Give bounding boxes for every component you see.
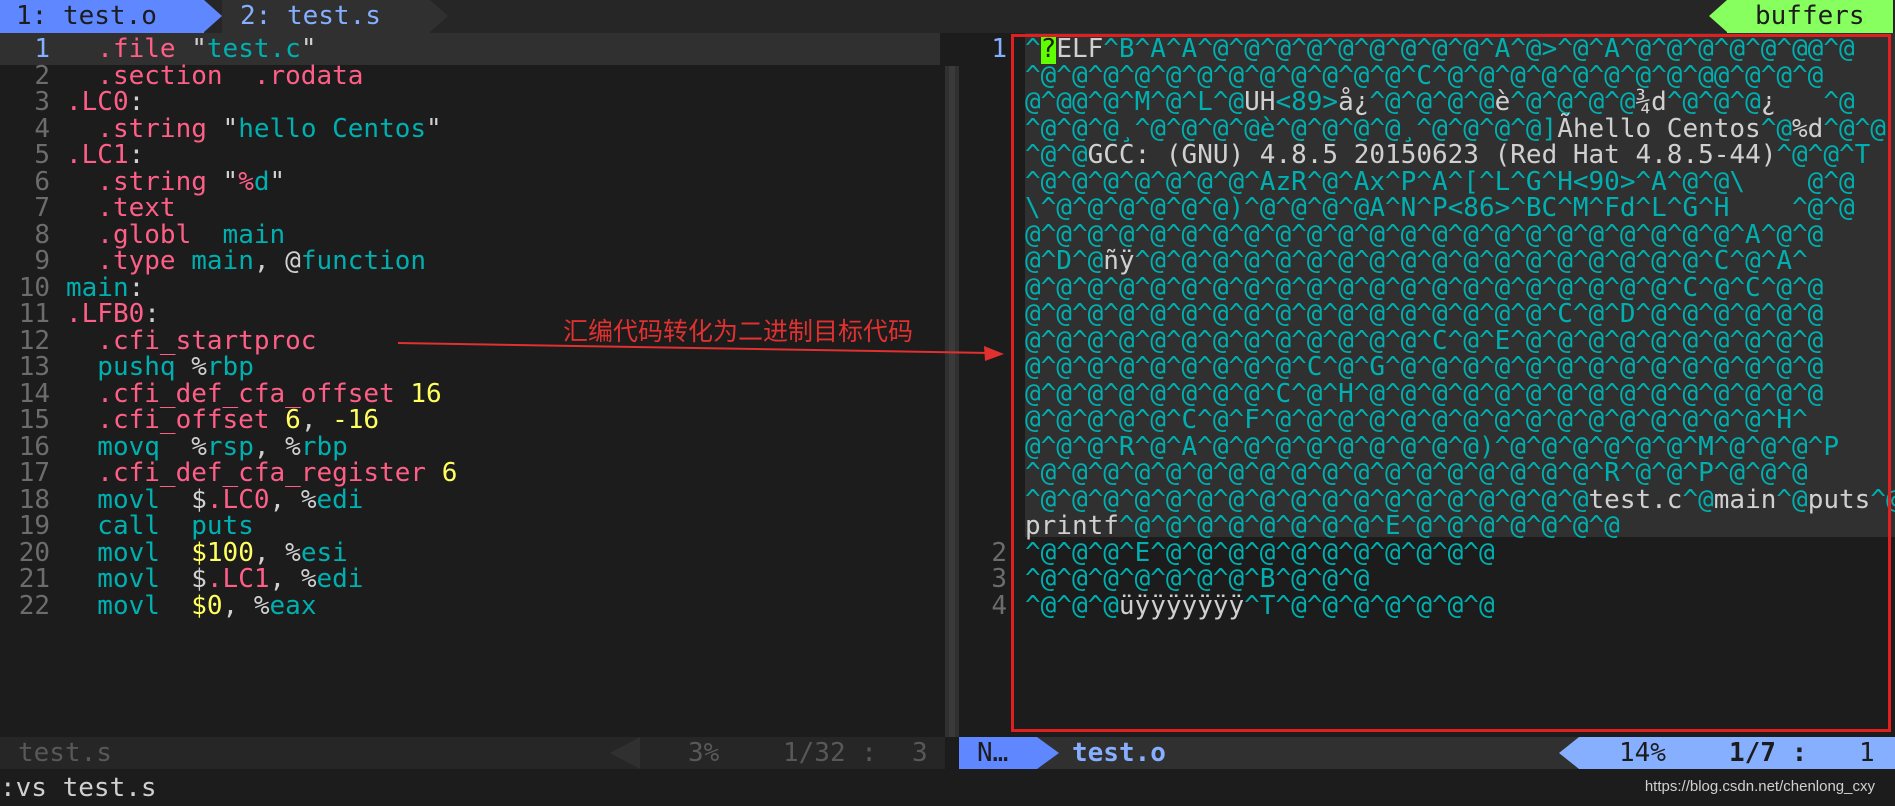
command-line[interactable]: :vs test.s xyxy=(0,770,157,806)
status-filename: test.s xyxy=(18,738,112,768)
line-number: 22 xyxy=(18,590,50,621)
status-separator-icon xyxy=(1559,737,1579,769)
tab-test-s[interactable]: 2: test.s xyxy=(222,0,430,33)
tab-line: 1: test.o 2: test.s buffers xyxy=(0,0,1895,33)
code-text: movl $0, %eax xyxy=(50,590,316,622)
mode-indicator: N… xyxy=(959,737,1037,769)
status-position: 1/7 : xyxy=(1729,738,1808,768)
buffers-separator-icon xyxy=(1709,0,1727,32)
status-percent: 14% xyxy=(1619,738,1666,768)
buffers-indicator[interactable]: buffers xyxy=(1727,0,1893,33)
status-line-right: N… test.o 14% 1/7 : 1 xyxy=(959,737,1895,769)
code-line[interactable]: 22 movl $0, %eax xyxy=(0,590,945,622)
code-token: $0 xyxy=(191,590,223,621)
status-percent: 3% xyxy=(688,738,720,768)
code-token: movl xyxy=(66,590,192,621)
status-line-left: test.s 3% 1/32 : 3 xyxy=(0,737,945,769)
code-token: eax xyxy=(269,590,317,621)
annotation-label: 汇编代码转化为二进制目标代码 xyxy=(563,317,914,346)
status-column: 3 xyxy=(912,738,928,768)
status-separator-icon xyxy=(610,737,640,769)
mode-separator-icon xyxy=(1037,737,1059,769)
code-token: , % xyxy=(222,590,270,621)
tab-test-o[interactable]: 1: test.o xyxy=(0,0,204,33)
tab-separator-icon xyxy=(430,0,448,32)
scrollbar-thumb[interactable] xyxy=(949,66,955,737)
assembly-editor-pane[interactable]: 1 .file "test.c" 2 .section .rodata 3 .LC0:… xyxy=(0,33,945,737)
line-number: 1 xyxy=(991,34,1007,64)
status-column: 1 xyxy=(1859,738,1875,768)
highlight-box xyxy=(1011,34,1891,732)
status-filename: test.o xyxy=(1072,738,1166,768)
watermark: https://blog.csdn.net/chenlong_cxy xyxy=(1644,778,1875,795)
tab-separator-icon xyxy=(204,0,222,32)
status-position: 1/32 : xyxy=(783,738,877,768)
line-number: 4 xyxy=(991,590,1007,621)
